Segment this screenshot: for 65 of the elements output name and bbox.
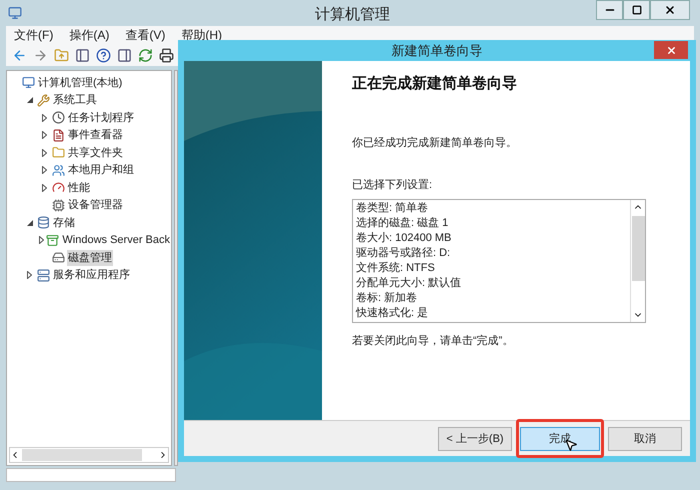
tree-item[interactable]: 事件查看器: [67, 127, 124, 144]
tree-node-icon: [22, 76, 35, 90]
tree-node-icon: [52, 251, 65, 264]
app-icon: [8, 6, 22, 20]
tree-item[interactable]: 服务和应用程序: [52, 267, 131, 284]
collapsed-arrow-icon[interactable]: [42, 148, 47, 157]
tree-node-icon: [52, 111, 65, 124]
horizontal-scrollbar[interactable]: [9, 447, 169, 463]
dialog-button[interactable]: 取消: [608, 427, 682, 452]
window-title: 计算机管理: [315, 5, 390, 25]
settings-line: 文件系统: NTFS: [356, 260, 436, 276]
settings-line: 分配单元大小: 默认值: [356, 276, 462, 290]
tree-item[interactable]: 存储: [52, 214, 76, 231]
settings-line: 卷大小: 102400 MB: [356, 230, 452, 246]
wizard-heading: 正在完成新建简单卷向导: [352, 74, 518, 94]
tree-node-icon: [46, 234, 60, 247]
maximize-icon: [632, 5, 642, 15]
dialog-button[interactable]: < 上一步(B): [438, 427, 512, 452]
tree-item[interactable]: 共享文件夹: [67, 144, 124, 161]
settings-label: 已选择下列设置:: [352, 178, 434, 193]
tree-node-icon: [52, 164, 65, 177]
close-instruction: 若要关闭此向导，请单击“完成”。: [352, 334, 514, 348]
expanded-arrow-icon[interactable]: [26, 220, 32, 226]
collapsed-arrow-icon[interactable]: [39, 236, 44, 244]
tree-node-icon: [37, 216, 50, 230]
tree-item[interactable]: 设备管理器: [67, 197, 124, 214]
tree-node-icon: [52, 128, 65, 142]
tree-node-icon: [52, 181, 65, 194]
collapsed-arrow-icon[interactable]: [42, 131, 47, 140]
settings-line: 快速格式化: 是: [356, 306, 430, 320]
toolbar-icon[interactable]: [117, 48, 132, 62]
expanded-arrow-icon[interactable]: [26, 97, 32, 104]
settings-line: 卷类型: 简单卷: [356, 200, 430, 216]
tree-item[interactable]: 任务计划程序: [67, 110, 135, 126]
collapsed-arrow-icon[interactable]: [27, 271, 32, 280]
tree-item[interactable]: 磁盘管理: [67, 250, 113, 266]
tree-item[interactable]: 性能: [67, 180, 91, 196]
collapsed-arrow-icon[interactable]: [42, 184, 47, 192]
settings-line: 驱动器号或路径: D:: [356, 246, 452, 260]
toolbar-icon[interactable]: [159, 48, 174, 62]
minimize-button[interactable]: [596, 0, 623, 20]
tree-node-icon: [37, 94, 50, 107]
vertical-scrollbar[interactable]: [630, 200, 645, 322]
dialog-title: 新建简单卷向导: [392, 42, 482, 60]
tree-node-icon: [52, 146, 65, 160]
settings-line: 选择的磁盘: 磁盘 1: [356, 216, 450, 230]
tree-item[interactable]: 本地用户和组: [67, 162, 135, 178]
collapsed-arrow-icon[interactable]: [42, 114, 47, 122]
settings-line: 卷标: 新加卷: [356, 290, 418, 306]
success-message: 你已经成功完成新建简单卷向导。: [352, 136, 518, 150]
tree-item[interactable]: 计算机管理(本地): [37, 74, 124, 91]
close-button[interactable]: [650, 0, 690, 20]
tree-item[interactable]: Windows Server Back: [61, 232, 171, 248]
menu-item[interactable]: 查看(V): [125, 26, 166, 44]
close-icon: [664, 4, 676, 16]
close-icon: [666, 44, 676, 56]
menu-item[interactable]: 操作(A): [69, 26, 110, 44]
toolbar-icon[interactable]: [75, 48, 90, 62]
tree-item[interactable]: 系统工具: [52, 92, 98, 108]
toolbar-icon[interactable]: [96, 48, 111, 62]
tree-node-icon: [52, 198, 65, 212]
tree-node-icon: [37, 268, 50, 282]
menu-item[interactable]: 文件(F): [14, 26, 54, 44]
collapsed-arrow-icon[interactable]: [42, 166, 47, 174]
maximize-button[interactable]: [623, 0, 650, 20]
